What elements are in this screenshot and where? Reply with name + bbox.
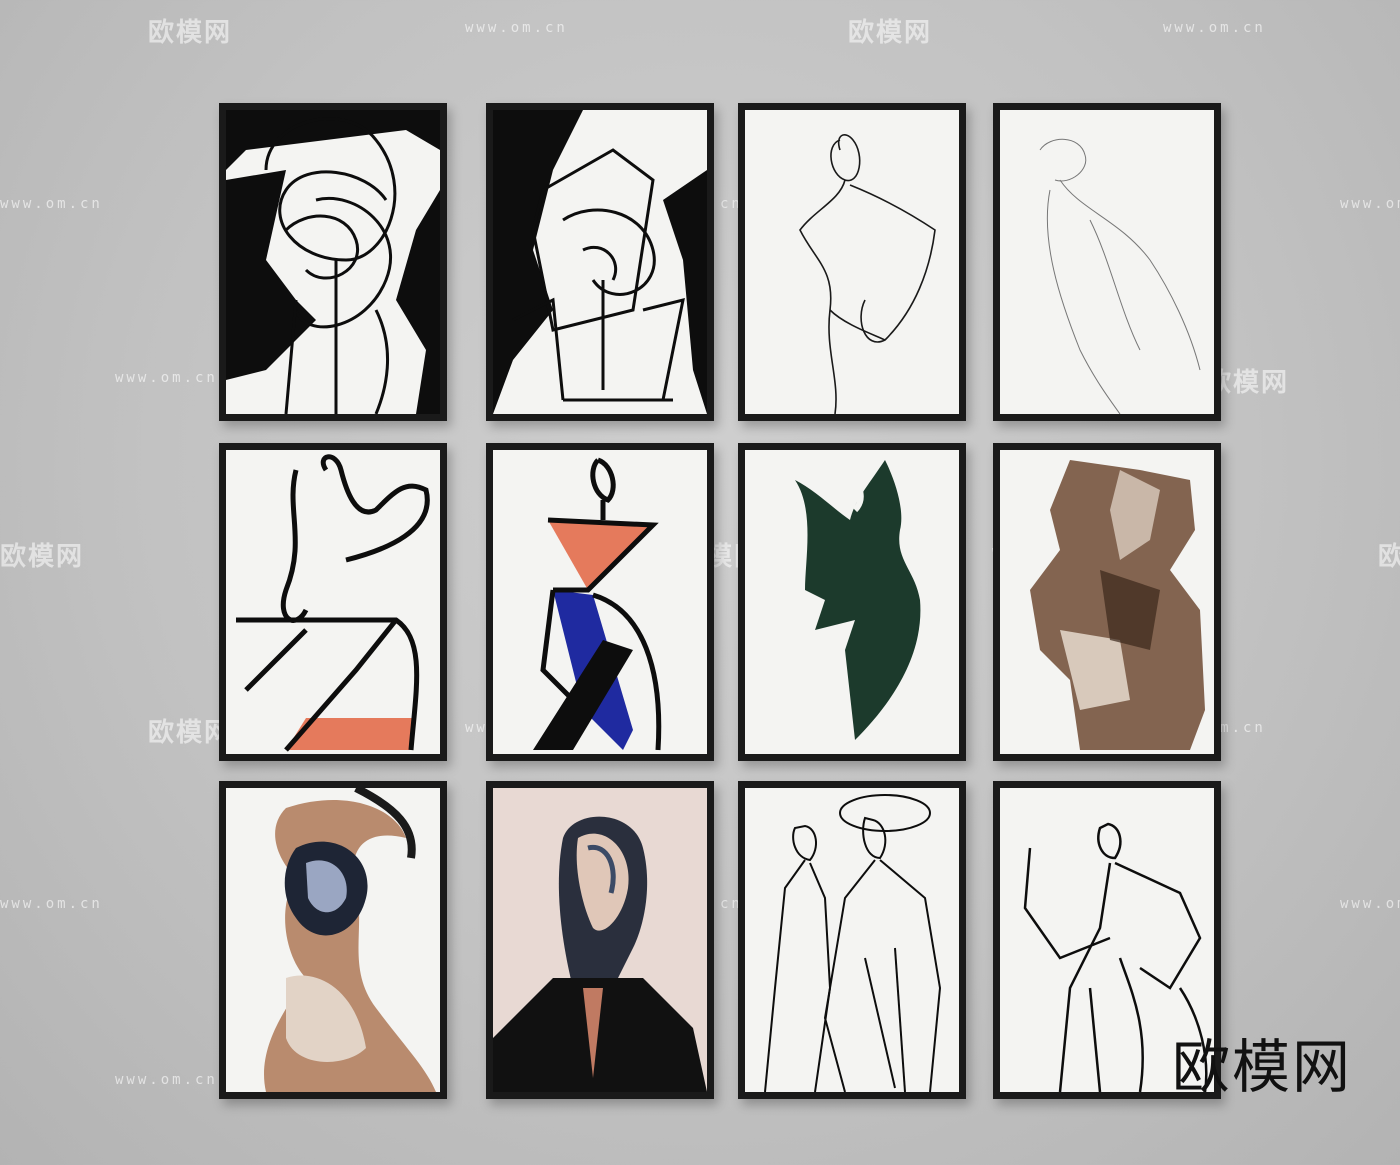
picture-frame (738, 103, 966, 421)
painting-marbled-figure (226, 788, 440, 1092)
picture-frame (738, 781, 966, 1099)
picture-frame (219, 103, 447, 421)
watermark-url: www.om.cn (465, 20, 568, 36)
painting-line-coral-block (226, 450, 440, 754)
watermark-brand: 欧模网 (848, 17, 933, 47)
brand-watermark-logo: 欧模网 (1172, 1033, 1353, 1101)
watermark-url: www.om.cn (115, 370, 218, 386)
watermark-url: www.om.cn (1340, 896, 1400, 912)
watermark-url: www.om.cn (1163, 20, 1266, 36)
picture-frame (486, 443, 714, 761)
painting-line-figure (745, 110, 959, 414)
picture-frame (219, 443, 447, 761)
picture-frame (486, 781, 714, 1099)
watermark-url: www.om.cn (115, 1072, 218, 1088)
painting-coral-blue-figure (493, 450, 707, 754)
painting-green-silhouette (745, 450, 959, 754)
picture-frame (486, 103, 714, 421)
painting-abstract-faces (493, 110, 707, 414)
picture-frame (738, 443, 966, 761)
watermark-brand: 欧模网 (1378, 541, 1400, 571)
picture-frame (993, 443, 1221, 761)
watermark-brand: 欧模网 (148, 17, 233, 47)
watermark-brand: 欧模网 (0, 541, 85, 571)
painting-marbled-portrait (493, 788, 707, 1092)
painting-faint-line-figure (1000, 110, 1214, 414)
picture-frame (219, 781, 447, 1099)
watermark-url: www.om.cn (0, 196, 103, 212)
watermark-url: www.om.cn (1340, 196, 1400, 212)
painting-abstract-faces (226, 110, 440, 414)
painting-two-line-figures (745, 788, 959, 1092)
painting-brown-silhouette (1000, 450, 1214, 754)
watermark-url: www.om.cn (0, 896, 103, 912)
picture-frame (993, 103, 1221, 421)
